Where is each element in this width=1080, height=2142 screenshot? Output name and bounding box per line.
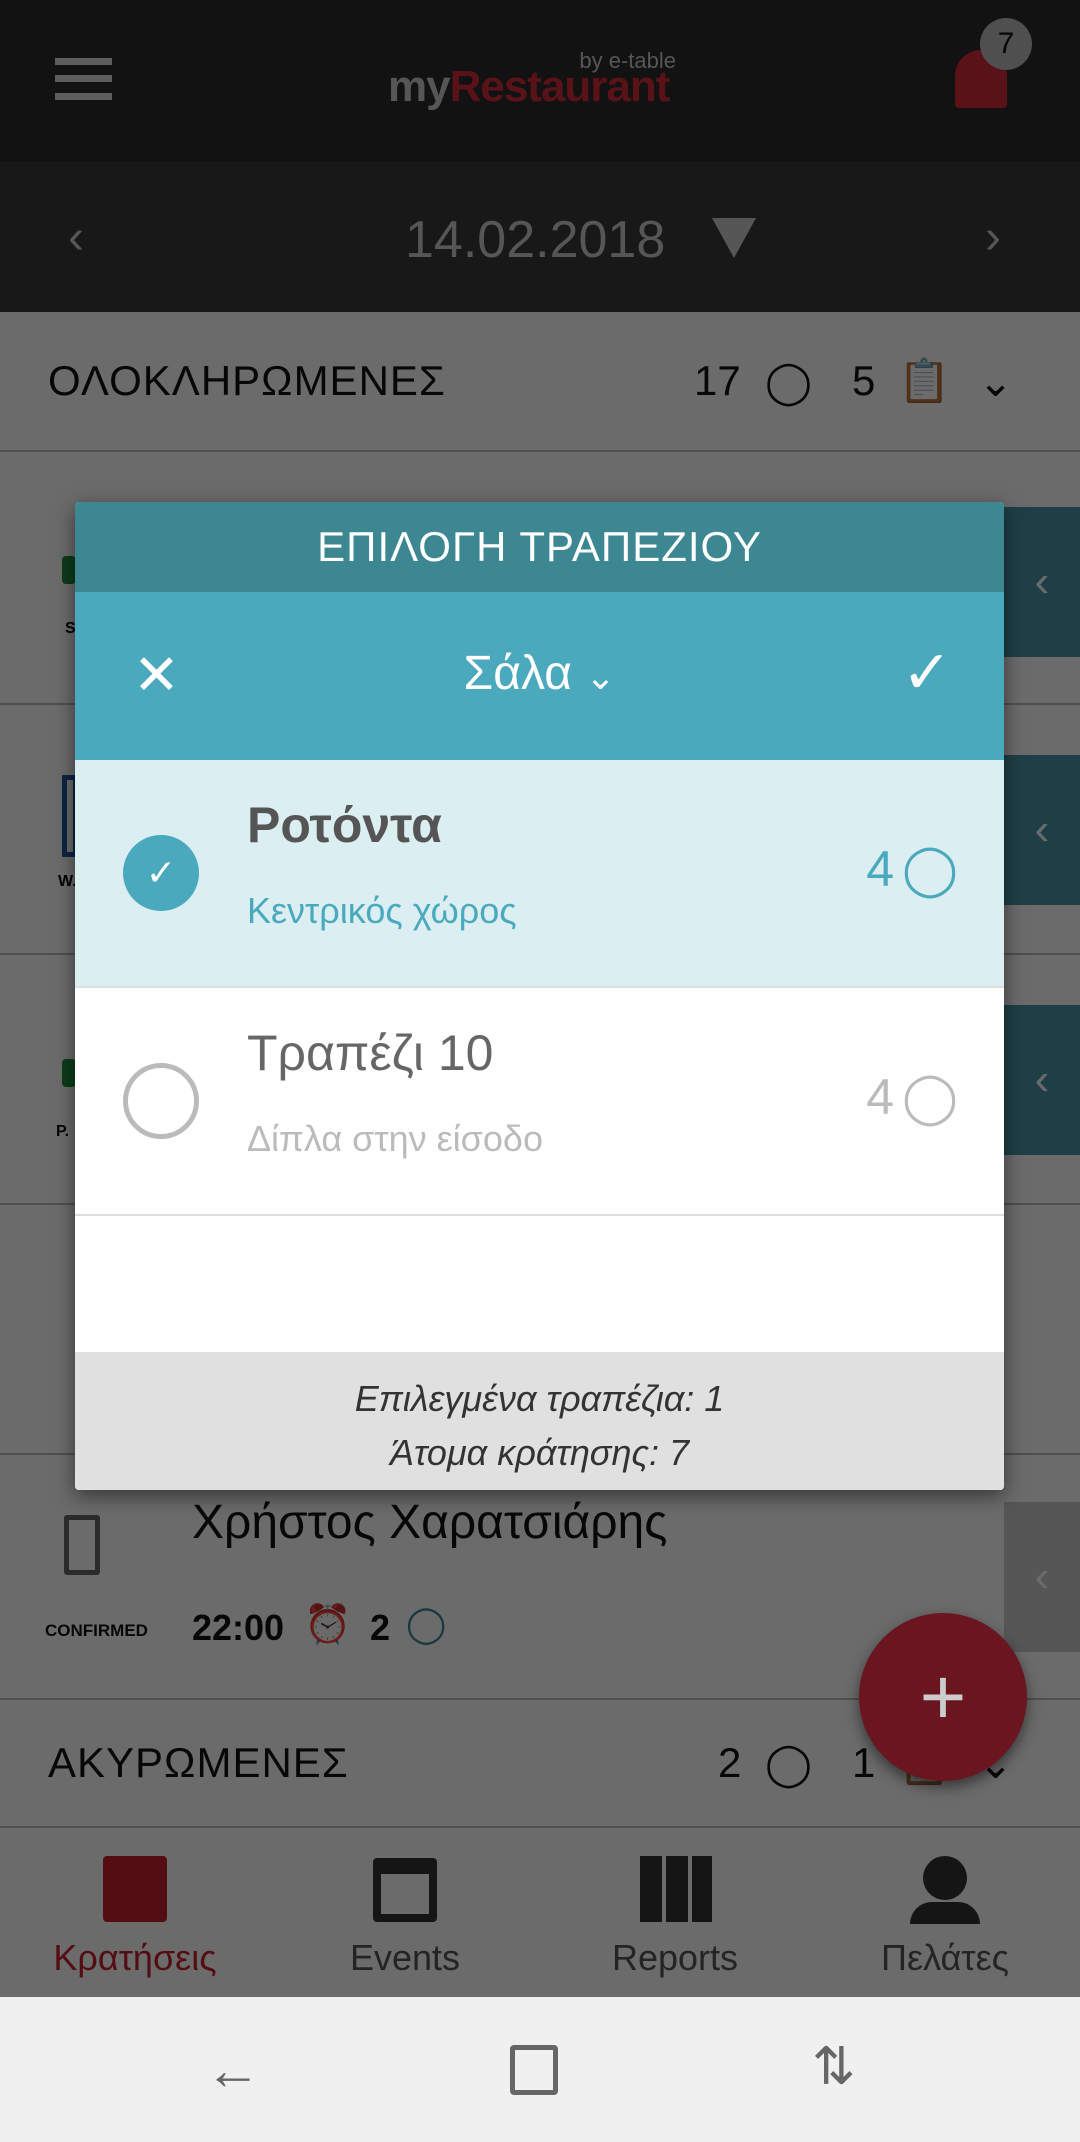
dialog-toolbar: ✕ Σάλα ⌄ ✓: [75, 592, 1004, 760]
nav-label: Reports: [611, 1937, 739, 1978]
selected-tables-count: Επιλεγμένα τραπέζια: 1: [354, 1378, 725, 1419]
nav-reports[interactable]: Reports: [540, 1828, 810, 1997]
capacity-value: 4: [866, 841, 895, 897]
alarm-clock-icon: ⏰: [304, 1604, 352, 1646]
row-action-tab[interactable]: ‹: [1004, 755, 1080, 905]
table-name: Τραπέζι 10: [247, 1025, 494, 1081]
logo-restaurant-text: Restaurant: [449, 62, 671, 111]
unchecked-radio-icon[interactable]: [123, 1063, 199, 1139]
back-icon[interactable]: ←: [205, 2037, 261, 2102]
person-icon: ◯: [765, 357, 813, 405]
filter-icon[interactable]: [712, 218, 756, 258]
date-bar: ‹ 14.02.2018 ›: [0, 162, 1080, 312]
nav-label: Πελάτες: [881, 1937, 1009, 1978]
person-icon: ◯: [406, 1603, 447, 1644]
table-option[interactable]: ✓ Ροτόντα Κεντρικός χώρος 4 ◯: [75, 760, 1004, 988]
app-header: by e-table myRestaurant 7: [0, 0, 1080, 162]
nav-reservations[interactable]: Κρατήσεις: [0, 1828, 270, 1997]
system-navigation-bar: ← ⇅: [0, 1997, 1080, 2142]
reservation-count: 5: [852, 357, 876, 404]
chevron-down-icon[interactable]: ⌄: [978, 357, 1013, 406]
nav-customers[interactable]: Πελάτες: [810, 1828, 1080, 1997]
table-capacity: 4 ◯: [866, 840, 958, 898]
clipboard-icon: [103, 1856, 167, 1922]
confirm-check-icon[interactable]: ✓: [902, 638, 952, 708]
add-reservation-button[interactable]: +: [859, 1613, 1027, 1781]
status-label: W.: [58, 873, 77, 890]
reservation-time: 22:00: [192, 1607, 285, 1648]
reservation-people-count: Άτομα κράτησης: 7: [389, 1432, 690, 1473]
dialog-title: ΕΠΙΛΟΓΗ ΤΡΑΠΕΖΙΟΥ: [75, 502, 1004, 592]
guest-name: Χρήστος Χαρατσιάρης: [192, 1496, 668, 1549]
reservation-count: 1: [852, 1739, 876, 1786]
section-completed[interactable]: ΟΛΟΚΛΗΡΩΜΕΝΕΣ 17 ◯ 5 📋 ⌄: [0, 312, 1080, 452]
bar-chart-icon: [640, 1856, 712, 1922]
capacity-value: 4: [866, 1069, 895, 1125]
current-date[interactable]: 14.02.2018: [405, 210, 665, 270]
table-description: Κεντρικός χώρος: [247, 890, 517, 931]
row-action-tab[interactable]: ‹: [1004, 1005, 1080, 1155]
nav-events[interactable]: Events: [270, 1828, 540, 1997]
person-icon: ◯: [902, 841, 958, 897]
status-label: P.: [56, 1123, 70, 1140]
section-title: ΑΚΥΡΩΜΕΝΕΣ: [48, 1739, 349, 1786]
bottom-navigation: Κρατήσεις Events Reports Πελάτες: [0, 1828, 1080, 1997]
confirmed-clipboard-icon: [64, 1515, 100, 1575]
app-logo: by e-table myRestaurant: [388, 48, 698, 111]
recents-icon[interactable]: ⇅: [812, 2037, 856, 2097]
table-capacity: 4 ◯: [866, 1068, 958, 1126]
person-icon: ◯: [902, 1069, 958, 1125]
people-count: 17: [694, 357, 741, 404]
logo-my-text: my: [388, 62, 451, 111]
status-icon: [62, 1059, 76, 1087]
row-action-tab[interactable]: ‹: [1004, 507, 1080, 657]
section-title: ΟΛΟΚΛΗΡΩΜΕΝΕΣ: [48, 357, 446, 404]
home-icon[interactable]: [510, 2045, 558, 2095]
table-name: Ροτόντα: [247, 797, 442, 853]
area-dropdown[interactable]: Σάλα ⌄: [75, 646, 1004, 701]
prev-date-button[interactable]: ‹: [68, 210, 84, 265]
area-label: Σάλα: [463, 647, 572, 700]
person-icon: ◯: [765, 1739, 813, 1787]
notification-badge: 7: [980, 18, 1032, 70]
next-date-button[interactable]: ›: [985, 210, 1001, 265]
table-selection-dialog: ΕΠΙΛΟΓΗ ΤΡΑΠΕΖΙΟΥ ✕ Σάλα ⌄ ✓ ✓ Ροτόντα Κ…: [75, 502, 1004, 1490]
person-icon: [923, 1856, 967, 1900]
clipboard-icon: 📋: [898, 356, 951, 404]
status-icon: [62, 556, 76, 584]
dialog-summary: Επιλεγμένα τραπέζια: 1 Άτομα κράτησης: 7: [75, 1352, 1004, 1490]
table-option[interactable]: Τραπέζι 10 Δίπλα στην είσοδο 4 ◯: [75, 988, 1004, 1216]
checked-radio-icon[interactable]: ✓: [123, 835, 199, 911]
row-action-tab[interactable]: ‹: [1004, 1502, 1080, 1652]
person-icon-body: [910, 1902, 980, 1924]
people-count: 2: [370, 1607, 391, 1648]
people-count: 2: [718, 1739, 742, 1786]
status-label: CONFIRMED: [45, 1621, 148, 1640]
calendar-icon: [373, 1858, 437, 1922]
nav-label: Events: [349, 1937, 461, 1978]
chevron-down-icon: ⌄: [585, 656, 616, 697]
table-description: Δίπλα στην είσοδο: [247, 1118, 543, 1159]
menu-icon[interactable]: [55, 58, 112, 100]
nav-label: Κρατήσεις: [53, 1937, 217, 1978]
